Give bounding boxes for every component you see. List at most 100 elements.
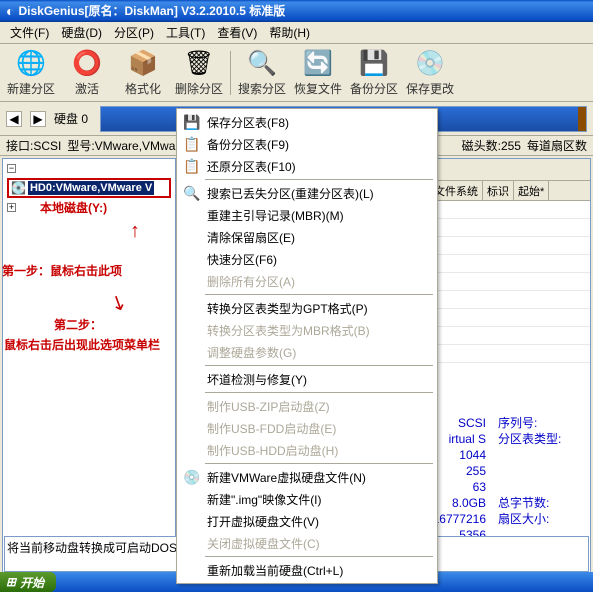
menu-item-label: 新建".img"映像文件(I) [203, 491, 431, 508]
tree-pane: − 💽 HD0:VMware,VMware V + 本地磁盘(Y:) [2, 158, 176, 574]
context-menu-item[interactable]: 转换分区表类型为GPT格式(P) [179, 297, 435, 319]
menu-item-label: 打开虚拟硬盘文件(V) [203, 513, 431, 530]
info-sector: 扇区大小: [498, 511, 549, 527]
column-header[interactable]: 标识 [483, 181, 514, 200]
menu-item[interactable]: 查看(V) [211, 22, 263, 43]
menu-item-label: 制作USB-ZIP启动盘(Z) [203, 398, 431, 415]
heads-label: 磁头数:255 [462, 137, 521, 154]
menu-item[interactable]: 分区(P) [108, 22, 160, 43]
menu-item-label: 坏道检测与修复(Y) [203, 371, 431, 388]
menu-item-label: 重新加载当前硬盘(Ctrl+L) [203, 562, 431, 579]
task-item[interactable] [58, 573, 78, 591]
menu-item[interactable]: 文件(F) [4, 22, 55, 43]
menu-item-icon: 💿 [181, 469, 203, 486]
annotation-step1: 第一步：鼠标右击此项 [2, 262, 122, 279]
toolbar-label: 备份分区 [350, 80, 398, 97]
status-text: 将当前移动盘转换成可启动DOS系 [7, 541, 189, 555]
menu-separator [205, 392, 433, 393]
menu-separator [205, 463, 433, 464]
toolbar-icon: 🌐 [16, 49, 46, 78]
context-menu-item: 删除所有分区(A) [179, 270, 435, 292]
menu-item[interactable]: 帮助(H) [263, 22, 316, 43]
context-menu-item[interactable]: 🔍搜索已丢失分区(重建分区表)(L) [179, 182, 435, 204]
menu-item-label: 删除所有分区(A) [203, 273, 431, 290]
menu-item[interactable]: 硬盘(D) [55, 22, 108, 43]
toolbar-恢复文件[interactable]: 🔄恢复文件 [291, 47, 345, 99]
toolbar-icon: 🔍 [247, 49, 277, 78]
menu-separator [205, 365, 433, 366]
toolbar-icon: 💿 [415, 49, 445, 78]
toolbar-搜索分区[interactable]: 🔍 搜索分区 [235, 47, 289, 99]
info-type: 分区表类型: [498, 431, 561, 447]
context-menu-item: 制作USB-ZIP启动盘(Z) [179, 395, 435, 417]
tree-root[interactable]: − [7, 163, 171, 174]
menu-separator [205, 294, 433, 295]
menu-item-label: 转换分区表类型为MBR格式(B) [203, 322, 431, 339]
menu-separator [205, 556, 433, 557]
context-menu-item: 制作USB-HDD启动盘(H) [179, 439, 435, 461]
toolbar-label: 保存更改 [406, 80, 454, 97]
context-menu-item[interactable]: 清除保留扇区(E) [179, 226, 435, 248]
annotation-step2b: 鼠标右击后出现此选项菜单栏 [4, 336, 160, 353]
context-menu-item[interactable]: 💿新建VMWare虚拟硬盘文件(N) [179, 466, 435, 488]
nav-right-button[interactable]: ▶ [30, 111, 46, 127]
context-menu-item[interactable]: 打开虚拟硬盘文件(V) [179, 510, 435, 532]
context-menu-item[interactable]: 💾保存分区表(F8) [179, 111, 435, 133]
menu-item-icon: 💾 [181, 114, 203, 131]
menu-item-icon: 📋 [181, 158, 203, 175]
menu-item-label: 新建VMWare虚拟硬盘文件(N) [203, 469, 431, 486]
start-button[interactable]: ⊞ 开始 [0, 572, 56, 592]
menu-bar: 文件(F)硬盘(D)分区(P)工具(T)查看(V)帮助(H) [0, 22, 593, 44]
menu-item-icon: 📋 [181, 136, 203, 153]
menu-item-label: 制作USB-FDD启动盘(E) [203, 420, 431, 437]
disk-info-box: SCSI序列号: irtual S分区表类型: 1044 255 63 8.0G… [426, 415, 586, 543]
menu-item-label: 快速分区(F6) [203, 251, 431, 268]
toolbar-删除分区[interactable]: 🗑删除分区 [172, 47, 226, 99]
sectors-label: 每道扇区数 [527, 137, 587, 154]
menu-item-label: 转换分区表类型为GPT格式(P) [203, 300, 431, 317]
toolbar-激活[interactable]: ⭕激活 [60, 47, 114, 99]
context-menu-item[interactable]: 重新加载当前硬盘(Ctrl+L) [179, 559, 435, 581]
column-headers: 文件系统标识起始* [430, 181, 590, 201]
context-menu-item[interactable]: 快速分区(F6) [179, 248, 435, 270]
toolbar-label: 激活 [75, 80, 99, 97]
toolbar-label: 恢复文件 [294, 80, 342, 97]
context-menu-item[interactable]: 重建主引导记录(MBR)(M) [179, 204, 435, 226]
hd0-label: HD0:VMware,VMware V [28, 181, 154, 195]
local-disk-item[interactable]: + 本地磁盘(Y:) [7, 198, 171, 217]
context-menu: 💾保存分区表(F8)📋备份分区表(F9)📋还原分区表(F10)🔍搜索已丢失分区(… [176, 108, 438, 584]
context-menu-item: 转换分区表类型为MBR格式(B) [179, 319, 435, 341]
context-menu-item: 关闭虚拟硬盘文件(C) [179, 532, 435, 554]
disk-label: 硬盘 0 [54, 110, 88, 127]
menu-item-label: 备份分区表(F9) [203, 136, 431, 153]
menu-item-label: 保存分区表(F8) [203, 114, 431, 131]
app-icon: ◐ [6, 0, 14, 22]
disk-icon: 💽 [11, 181, 26, 195]
task-item[interactable] [80, 573, 100, 591]
toolbar-格式化[interactable]: 📦格式化 [116, 47, 170, 99]
toolbar-新建分区[interactable]: 🌐 新建分区 [4, 47, 58, 99]
context-menu-item[interactable]: 📋还原分区表(F10) [179, 155, 435, 177]
menu-item-label: 清除保留扇区(E) [203, 229, 431, 246]
collapse-icon[interactable]: − [7, 164, 16, 173]
window-title: DiskGenius[原名：DiskMan] V3.2.2010.5 标准版 [18, 0, 285, 22]
column-header[interactable]: 起始* [514, 181, 549, 200]
windows-icon: ⊞ [6, 575, 16, 589]
toolbar-备份分区[interactable]: 💾备份分区 [347, 47, 401, 99]
toolbar-保存更改[interactable]: 💿 保存更改 [403, 47, 457, 99]
toolbar-icon: 🗑 [184, 49, 214, 78]
hd0-item[interactable]: 💽 HD0:VMware,VMware V [7, 178, 171, 198]
expand-icon[interactable]: + [7, 203, 16, 212]
interface-label: 接口:SCSI [6, 137, 61, 154]
menu-item[interactable]: 工具(T) [160, 22, 211, 43]
menu-item-label: 搜索已丢失分区(重建分区表)(L) [203, 185, 431, 202]
context-menu-item: 制作USB-FDD启动盘(E) [179, 417, 435, 439]
toolbar-label: 新建分区 [7, 80, 55, 97]
nav-left-button[interactable]: ◀ [6, 111, 22, 127]
menu-item-label: 还原分区表(F10) [203, 158, 431, 175]
context-menu-item[interactable]: 新建".img"映像文件(I) [179, 488, 435, 510]
context-menu-item[interactable]: 坏道检测与修复(Y) [179, 368, 435, 390]
context-menu-item[interactable]: 📋备份分区表(F9) [179, 133, 435, 155]
toolbar-label: 搜索分区 [238, 80, 286, 97]
info-serial: 序列号: [498, 415, 537, 431]
